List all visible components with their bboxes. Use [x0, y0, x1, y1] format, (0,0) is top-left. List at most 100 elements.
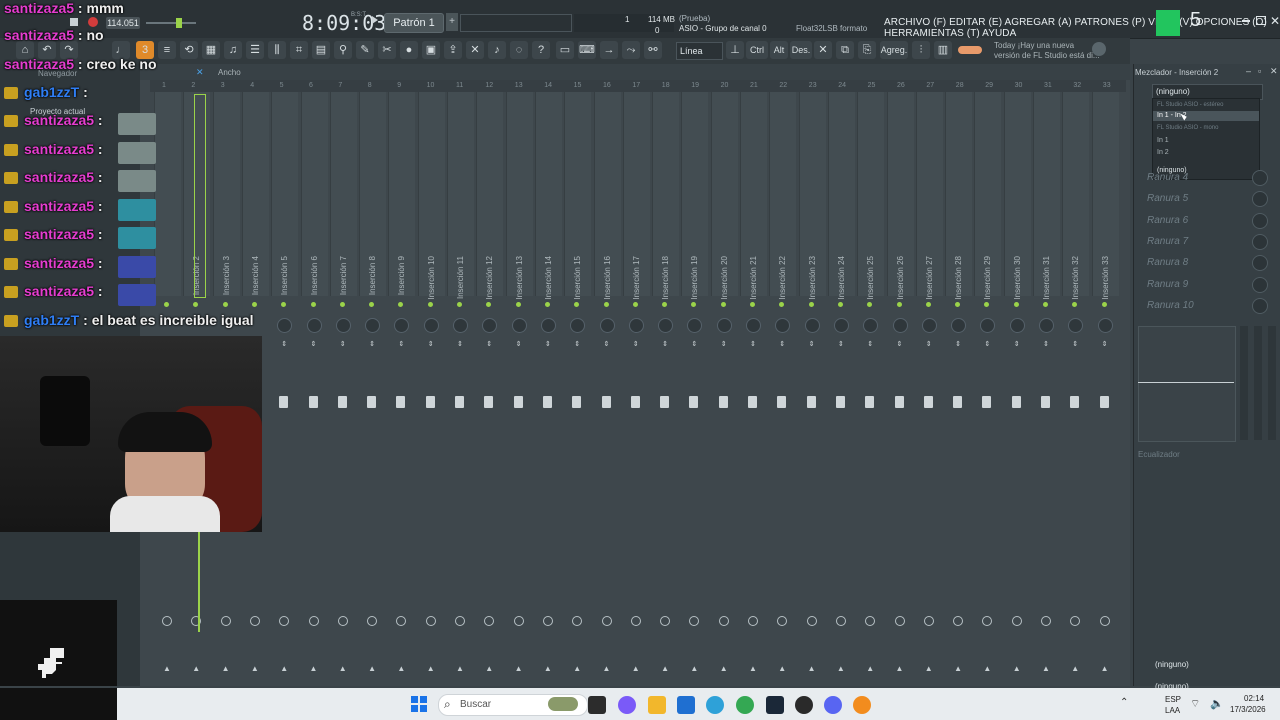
- stereo-separation-icon[interactable]: ⇕: [369, 340, 375, 348]
- mute-led[interactable]: [632, 302, 638, 307]
- volume-fader[interactable]: [660, 396, 670, 408]
- window-icon[interactable]: ▭: [556, 41, 574, 59]
- stop-button[interactable]: [70, 18, 78, 26]
- alt-button[interactable]: Alt: [770, 41, 788, 59]
- volume-fader[interactable]: [777, 396, 787, 408]
- cable-icon[interactable]: ⤳: [622, 41, 640, 59]
- stereo-separation-icon[interactable]: ⇕: [867, 340, 873, 348]
- panel-close-icon[interactable]: ✕: [1270, 66, 1278, 77]
- pan-knob[interactable]: [628, 318, 644, 333]
- mute-led[interactable]: [544, 302, 550, 307]
- snap-select[interactable]: Línea: [676, 42, 723, 60]
- copy-icon[interactable]: ⧉: [836, 41, 854, 59]
- mixer-width-label[interactable]: Ancho: [218, 68, 241, 77]
- mute-led[interactable]: [750, 302, 755, 307]
- discord-icon[interactable]: [824, 696, 842, 714]
- insert-name[interactable]: Inserción 20: [720, 256, 729, 300]
- stereo-separation-icon[interactable]: ⇕: [1014, 340, 1020, 348]
- effect-slot[interactable]: Ranura 7: [1147, 236, 1188, 247]
- volume-fader[interactable]: [835, 396, 845, 408]
- lang-code[interactable]: ESP: [1165, 695, 1181, 704]
- slot-mix-knob[interactable]: [1252, 212, 1268, 229]
- file-icon[interactable]: ▤: [312, 41, 330, 59]
- mute-led[interactable]: [808, 302, 814, 307]
- mute-led[interactable]: [310, 302, 316, 307]
- pattern-selector[interactable]: Patrón 1: [384, 13, 444, 33]
- send-arrow-icon[interactable]: ▲: [808, 664, 816, 673]
- mixer-strip[interactable]: [154, 92, 181, 296]
- insert-name[interactable]: Inserción 10: [427, 256, 436, 300]
- volume-fader[interactable]: [1041, 396, 1050, 408]
- playlist-icon[interactable]: ▦: [202, 41, 220, 59]
- send-arrow-icon[interactable]: ▲: [192, 664, 200, 673]
- route-button[interactable]: [220, 616, 231, 626]
- mixer-layout-icon[interactable]: ✕: [196, 67, 204, 78]
- stereo-separation-icon[interactable]: ⇕: [897, 340, 903, 348]
- send-arrow-icon[interactable]: ▲: [456, 664, 464, 673]
- news-line-1[interactable]: Today ¡Hay una nueva: [994, 41, 1074, 50]
- send-arrow-icon[interactable]: ▲: [925, 664, 933, 673]
- send-arrow-icon[interactable]: ▲: [310, 664, 318, 673]
- route-button[interactable]: [1041, 616, 1051, 626]
- task-view-icon[interactable]: [588, 696, 606, 714]
- stereo-separation-icon[interactable]: ⇕: [1102, 340, 1108, 348]
- send-arrow-icon[interactable]: ▲: [603, 664, 611, 673]
- keyboard-icon[interactable]: ⌨: [578, 41, 596, 59]
- insert-name[interactable]: Inserción 17: [632, 256, 641, 300]
- effect-slot[interactable]: Ranura 8: [1147, 257, 1188, 268]
- volume-fader[interactable]: [1099, 396, 1109, 408]
- slot-mix-knob[interactable]: [1252, 170, 1268, 186]
- volume-fader[interactable]: [396, 396, 406, 408]
- route-button[interactable]: [249, 616, 260, 626]
- volume-fader[interactable]: [455, 396, 464, 408]
- insert-name[interactable]: Inserción 29: [983, 256, 992, 300]
- pan-knob[interactable]: [540, 318, 556, 333]
- insert-name[interactable]: Inserción 33: [1101, 256, 1110, 300]
- mute-led[interactable]: [603, 302, 609, 307]
- volume-fader[interactable]: [572, 396, 582, 408]
- tray-chevron-icon[interactable]: ⌃: [1120, 697, 1128, 708]
- pan-knob[interactable]: [1097, 318, 1113, 333]
- paste-icon[interactable]: ⎘: [858, 41, 876, 59]
- stereo-separation-icon[interactable]: ⇕: [311, 340, 317, 348]
- volume-fader[interactable]: [982, 396, 992, 408]
- send-arrow-icon[interactable]: ▲: [544, 664, 552, 673]
- effect-slot[interactable]: Ranura 4: [1147, 172, 1188, 183]
- mute-led[interactable]: [925, 302, 931, 307]
- send-arrow-icon[interactable]: ▲: [163, 664, 171, 673]
- volume-fader[interactable]: [806, 396, 816, 408]
- route-button[interactable]: [513, 616, 524, 626]
- volume-fader[interactable]: [513, 396, 523, 408]
- volume-fader[interactable]: [601, 396, 611, 408]
- pan-knob[interactable]: [804, 318, 820, 333]
- volume-fader[interactable]: [630, 396, 640, 408]
- stereo-separation-icon[interactable]: ⇕: [721, 340, 727, 348]
- stereo-separation-icon[interactable]: ⇕: [574, 340, 580, 348]
- mixer-icon[interactable]: ⫼: [268, 41, 286, 59]
- clock-date[interactable]: 17/3/2026: [1230, 705, 1266, 714]
- mic-icon[interactable]: ♪: [488, 41, 506, 59]
- insert-name[interactable]: Inserción 27: [925, 256, 934, 300]
- chat-icon[interactable]: ◌: [510, 41, 528, 59]
- main-menu[interactable]: ARCHIVO (F) EDITAR (E) AGREGAR (A) PATRO…: [884, 17, 1280, 39]
- slot-mix-knob[interactable]: [1252, 297, 1268, 314]
- stereo-separation-icon[interactable]: ⇕: [750, 340, 756, 348]
- route-button[interactable]: [894, 616, 905, 626]
- stereo-separation-icon[interactable]: ⇕: [516, 340, 522, 348]
- pan-knob[interactable]: [423, 318, 439, 333]
- mute-led[interactable]: [1101, 302, 1107, 307]
- volume-fader[interactable]: [953, 396, 963, 408]
- insert-name[interactable]: Inserción 16: [603, 256, 612, 300]
- insert-name[interactable]: Inserción 13: [515, 256, 524, 300]
- mute-led[interactable]: [1043, 302, 1048, 307]
- windows-start-icon[interactable]: [411, 696, 427, 712]
- pan-knob[interactable]: [453, 318, 468, 333]
- volume-fader[interactable]: [1011, 396, 1021, 408]
- send-arrow-icon[interactable]: ▲: [690, 664, 698, 673]
- stereo-separation-icon[interactable]: ⇕: [662, 340, 668, 348]
- effect-slot[interactable]: Ranura 5: [1147, 193, 1188, 204]
- send-arrow-icon[interactable]: ▲: [632, 664, 640, 673]
- route-button[interactable]: [542, 616, 553, 626]
- send-arrow-icon[interactable]: ▲: [222, 664, 230, 673]
- master-volume-slider[interactable]: [146, 22, 196, 24]
